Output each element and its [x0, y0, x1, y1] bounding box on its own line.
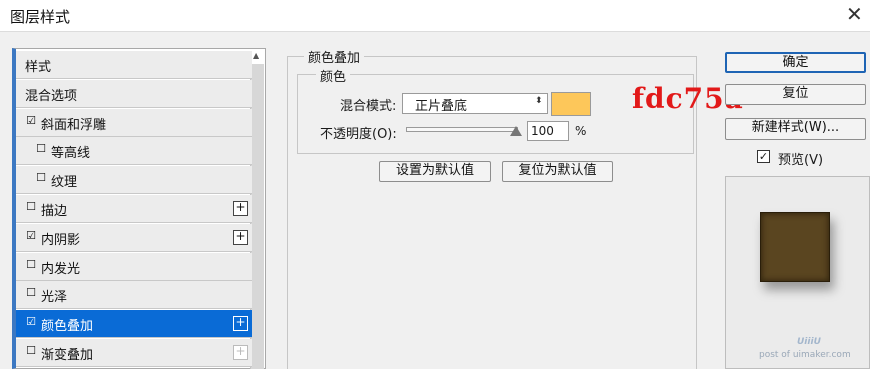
scroll-up-arrow-icon[interactable]: ▲ [253, 51, 259, 60]
checkbox-icon[interactable]: ☐ [25, 287, 37, 299]
preview-checkbox[interactable]: ✓ [757, 150, 770, 163]
checked-checkbox-icon[interactable]: ☑ [25, 114, 37, 127]
opacity-slider-thumb[interactable] [510, 126, 522, 136]
style-list-item-label: 斜面和浮雕 [41, 117, 107, 133]
ok-button[interactable]: 确定 [725, 52, 866, 73]
checkbox-icon[interactable]: ☐ [35, 143, 47, 155]
checkbox-icon[interactable]: ☐ [25, 201, 37, 213]
style-list-item-label: 颜色叠加 [41, 319, 94, 335]
style-list-item-label: 渐变叠加 [41, 348, 94, 363]
opacity-label: 不透明度(O): [320, 127, 397, 142]
reset-to-default-button[interactable]: 复位为默认值 [502, 161, 613, 182]
style-list-item[interactable]: ☐ 光泽 [16, 281, 252, 310]
new-style-button[interactable]: 新建样式(W)... [725, 118, 866, 140]
checkbox-icon[interactable]: ☐ [25, 345, 37, 357]
style-list-item-label: 光泽 [41, 290, 68, 306]
watermark-logo: UiiiU [797, 337, 821, 347]
style-list-item[interactable]: ☐ 内发光 [16, 252, 252, 281]
style-list-item[interactable]: ☑ 斜面和浮雕 [16, 108, 252, 137]
style-list-item-label: 内发光 [41, 261, 81, 277]
color-swatch[interactable] [551, 92, 591, 116]
style-list-item[interactable]: ☑ 内阴影 + [16, 223, 252, 252]
checked-checkbox-icon[interactable]: ☑ [25, 229, 37, 242]
window-title: 图层样式 [10, 8, 71, 26]
style-list-item-label: 描边 [41, 204, 68, 219]
add-effect-icon[interactable]: + [233, 229, 248, 245]
watermark-text: post of uimaker.com [759, 350, 851, 360]
add-effect-icon[interactable]: + [233, 316, 248, 332]
style-list-item-label: 混合选项 [25, 88, 78, 104]
checked-checkbox-icon[interactable]: ☑ [25, 316, 37, 328]
style-list-item[interactable]: 混合选项 [16, 79, 252, 108]
opacity-input[interactable]: 100 [527, 121, 569, 141]
checkbox-icon[interactable]: ☐ [25, 258, 37, 271]
style-list-item-label: 纹理 [51, 175, 78, 191]
style-list-item[interactable]: ☐ 描边 + [16, 195, 252, 223]
opacity-unit: % [575, 124, 587, 138]
style-list-item[interactable]: ☐ 纹理 [16, 166, 252, 195]
select-arrows-icon[interactable]: ⬍ [535, 96, 543, 106]
opacity-slider[interactable] [406, 127, 518, 132]
style-list-item-label: 内阴影 [41, 232, 81, 248]
add-effect-icon[interactable]: + [233, 345, 248, 360]
reset-button[interactable]: 复位 [725, 84, 866, 105]
style-list-item[interactable]: ☐ 等高线 [16, 137, 252, 166]
style-list-item[interactable]: ☐ 渐变叠加 + [16, 339, 252, 367]
blend-mode-select[interactable]: 正片叠底 [402, 93, 548, 114]
style-list-item[interactable]: ☑ 颜色叠加 + [16, 310, 252, 339]
blend-mode-label: 混合模式: [340, 99, 397, 114]
list-scrollbar[interactable] [250, 64, 264, 369]
style-list-item-label: 等高线 [51, 146, 91, 162]
checkbox-icon[interactable]: ☐ [35, 172, 47, 184]
close-icon[interactable]: ✕ [846, 2, 863, 26]
style-list-item-label: 样式 [25, 60, 52, 75]
color-subgroup-label: 颜色 [316, 66, 351, 85]
preview-thumbnail [760, 212, 830, 282]
add-effect-icon[interactable]: + [233, 201, 248, 216]
color-overlay-group-label: 颜色叠加 [304, 47, 365, 66]
make-default-button[interactable]: 设置为默认值 [379, 161, 491, 182]
title-bar [0, 0, 870, 32]
style-list-item[interactable]: 样式 [16, 51, 252, 79]
preview-label: 预览(V) [778, 153, 824, 168]
